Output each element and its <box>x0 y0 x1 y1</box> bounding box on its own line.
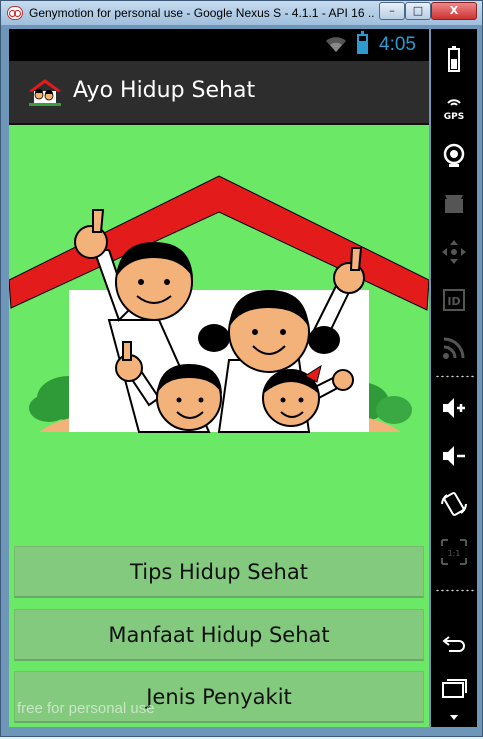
app-title: Ayo Hidup Sehat <box>73 78 256 103</box>
scale-label: 1:1 <box>448 549 461 558</box>
recent-apps-icon[interactable] <box>439 675 469 705</box>
volume-up-icon[interactable] <box>439 393 469 423</box>
app-logo-icon[interactable] <box>27 77 63 107</box>
family-house-illustration <box>9 175 429 433</box>
watermark-text: free for personal use <box>17 700 155 717</box>
minimize-button[interactable]: – <box>379 2 405 20</box>
window-titlebar[interactable]: Genymotion for personal use - Google Nex… <box>1 1 482 25</box>
gps-icon[interactable]: GPS <box>439 93 469 123</box>
manfaat-hidup-sehat-button[interactable]: Manfaat Hidup Sehat <box>14 609 424 661</box>
cast-icon[interactable] <box>439 333 469 363</box>
maximize-button[interactable]: □ <box>405 2 431 20</box>
battery-widget-icon[interactable] <box>439 45 469 75</box>
android-screen: 4:05 Ayo Hidup Sehat Tips Hidup Sehat Ma… <box>9 29 429 727</box>
genymotion-toolbar: GPS ID 1:1 <box>431 29 477 727</box>
gps-label: GPS <box>444 112 464 122</box>
volume-down-icon[interactable] <box>439 441 469 471</box>
device-id-icon[interactable]: ID <box>439 285 469 315</box>
capture-icon[interactable] <box>439 189 469 219</box>
window-title: Genymotion for personal use - Google Nex… <box>29 6 374 20</box>
scale-icon[interactable]: 1:1 <box>439 537 469 567</box>
genymotion-logo-icon <box>7 6 23 20</box>
toolbar-divider <box>435 589 475 592</box>
wifi-icon <box>326 37 346 52</box>
tips-hidup-sehat-button[interactable]: Tips Hidup Sehat <box>14 546 424 598</box>
dpad-icon[interactable] <box>439 237 469 267</box>
webcam-icon[interactable] <box>439 141 469 171</box>
toolbar-divider <box>435 375 475 378</box>
back-icon[interactable] <box>439 627 469 657</box>
rotate-icon[interactable] <box>439 489 469 519</box>
id-label: ID <box>447 295 460 308</box>
menu-down-icon[interactable] <box>439 709 469 739</box>
status-clock: 4:05 <box>379 34 416 55</box>
emulator-window: Genymotion for personal use - Google Nex… <box>0 0 483 737</box>
action-bar: Ayo Hidup Sehat <box>9 61 429 125</box>
close-button[interactable]: X <box>431 2 477 20</box>
main-content: Tips Hidup Sehat Manfaat Hidup Sehat Jen… <box>9 125 429 727</box>
battery-icon <box>357 31 368 54</box>
status-bar: 4:05 <box>9 29 429 61</box>
